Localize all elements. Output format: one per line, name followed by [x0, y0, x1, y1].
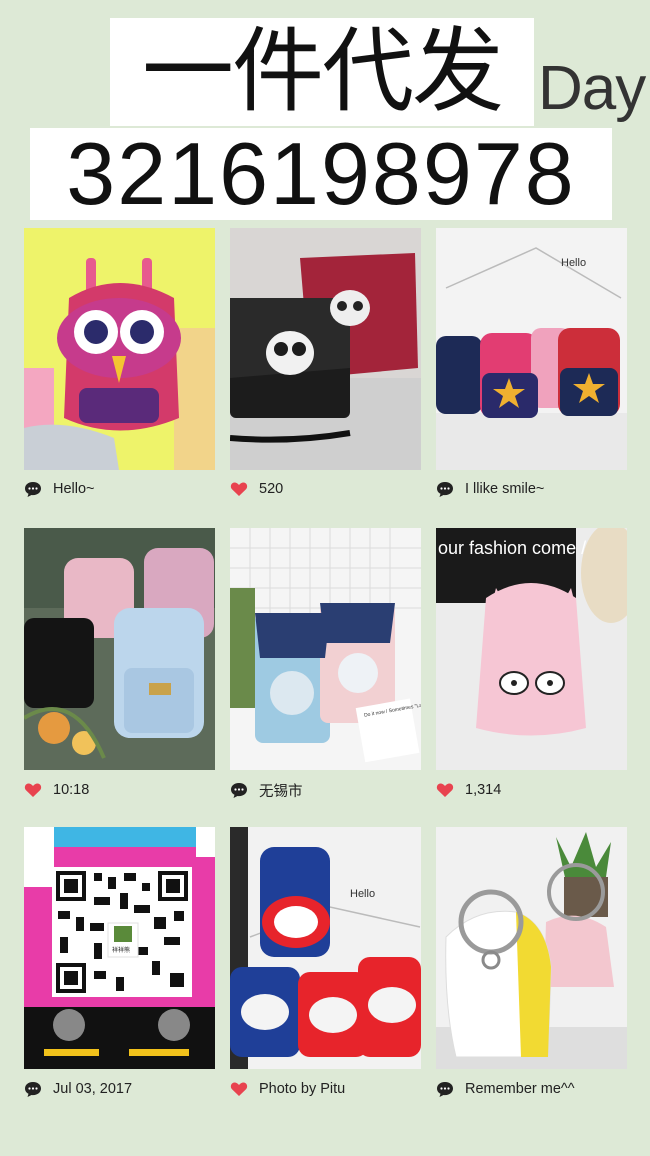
photo-caption: Hello~ — [24, 478, 95, 500]
photo-caption: 10:18 — [24, 779, 89, 801]
photo-overlay-text: 祥祥熊 — [112, 946, 130, 954]
photo-caption-text: Jul 03, 2017 — [53, 1081, 133, 1097]
header-number-box: 3216198978 — [30, 128, 612, 220]
photo-tile-ring-handle-bags[interactable] — [436, 827, 627, 1069]
photo-caption-text: 520 — [259, 481, 284, 497]
photo-caption: I llike smile~ — [436, 478, 544, 500]
speech-bubble-icon — [24, 480, 42, 498]
photo-caption: Photo by Pitu — [230, 1078, 345, 1100]
header-title-box: 一件代发 — [110, 18, 534, 126]
speech-bubble-icon — [436, 1080, 454, 1098]
photo-caption: Remember me^^ — [436, 1078, 575, 1100]
photo-tile-owl-crossbody-bags[interactable] — [230, 228, 421, 470]
photo-overlay-text: Hello — [350, 888, 375, 900]
photo-tile-qr-code[interactable]: 祥祥熊 — [24, 827, 215, 1069]
photo-caption-text: I llike smile~ — [465, 481, 545, 497]
photo-caption-text: 无锡市 — [259, 783, 303, 800]
header-title: 一件代发 — [141, 18, 504, 125]
photo-caption-text: 1,314 — [465, 782, 502, 798]
speech-bubble-icon — [436, 480, 454, 498]
photo-tile-cat-bags[interactable]: Do it now / Sometimes "Later" becomes "N… — [230, 528, 421, 770]
photo-caption: 无锡市 — [230, 779, 303, 801]
photo-tile-owl-backpack[interactable] — [24, 228, 215, 470]
photo-caption: 520 — [230, 478, 283, 500]
header-number: 3216198978 — [66, 124, 576, 223]
speech-bubble-icon — [24, 1080, 42, 1098]
speech-bubble-icon — [230, 781, 248, 799]
photo-caption-text: 10:18 — [53, 782, 90, 798]
photo-tile-plane-backpacks[interactable]: Hello — [230, 827, 421, 1069]
photo-caption: Jul 03, 2017 — [24, 1078, 132, 1100]
photo-overlay-text: Hello — [561, 257, 586, 269]
photo-caption-text: Hello~ — [53, 481, 95, 497]
photo-tile-pink-cat-backpack[interactable]: our fashion come / oure the st — [436, 528, 627, 770]
photo-tile-metallic-mini-backpacks[interactable] — [24, 528, 215, 770]
heart-icon — [436, 781, 454, 799]
heart-icon — [230, 480, 248, 498]
header-day-text: Day — [538, 54, 646, 123]
heart-icon — [230, 1080, 248, 1098]
heart-icon — [24, 781, 42, 799]
photo-tile-star-backpacks[interactable]: Hello — [436, 228, 627, 470]
photo-caption-text: Photo by Pitu — [259, 1081, 346, 1097]
photo-caption: 1,314 — [436, 779, 501, 801]
photo-caption-text: Remember me^^ — [465, 1081, 575, 1097]
